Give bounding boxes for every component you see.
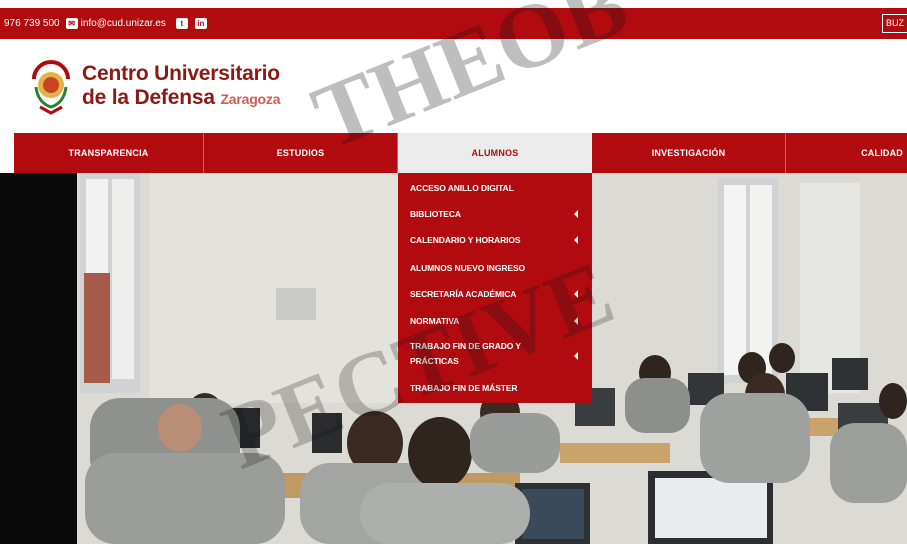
email-address: info@cud.unizar.es — [80, 18, 166, 29]
chevron-left-icon — [574, 317, 578, 325]
chevron-left-icon — [574, 290, 578, 298]
brand-city: Zaragoza — [220, 91, 281, 107]
nav-item-calidad[interactable]: CALIDAD — [786, 133, 907, 173]
menu-item-label: CALENDARIO Y HORARIOS — [410, 235, 521, 245]
brand-name-defensa: de la Defensa — [82, 86, 215, 109]
alumnos-dropdown-menu: ACCESO ANILLO DIGITAL BIBLIOTECA CALENDA… — [398, 173, 592, 403]
nav-item-transparencia[interactable]: TRANSPARENCIA — [14, 133, 204, 173]
chevron-left-icon — [574, 236, 578, 244]
chevron-left-icon — [574, 210, 578, 218]
phone-number: 976 739 500 — [4, 18, 60, 29]
brand-name-line1: Centro Universitario — [82, 62, 280, 85]
menu-item-secretaria-academica[interactable]: SECRETARÍA ACADÉMICA — [398, 284, 592, 304]
menu-item-trabajo-fin-de-grado[interactable]: TRABAJO FIN DE GRADO Y PRÁCTICAS — [398, 339, 592, 373]
menu-item-calendario-y-horarios[interactable]: CALENDARIO Y HORARIOS — [398, 230, 592, 250]
nav-item-alumnos[interactable]: ALUMNOS — [398, 133, 592, 173]
nav-item-estudios[interactable]: ESTUDIOS — [204, 133, 398, 173]
menu-item-label: NORMATIVA — [410, 316, 460, 326]
menu-item-normativa[interactable]: NORMATIVA — [398, 311, 592, 331]
menu-item-trabajo-fin-de-master[interactable]: TRABAJO FIN DE MÁSTER — [398, 378, 592, 398]
menu-item-label: BIBLIOTECA — [410, 209, 461, 219]
menu-item-label: ACCESO ANILLO DIGITAL — [410, 183, 514, 193]
phone-link[interactable]: 976 739 500 — [4, 18, 60, 29]
menu-item-biblioteca[interactable]: BIBLIOTECA — [398, 204, 592, 224]
menu-item-label: SECRETARÍA ACADÉMICA — [410, 289, 517, 299]
menu-item-label: TRABAJO FIN DE MÁSTER — [410, 383, 518, 393]
menu-item-alumnos-nuevo-ingreso[interactable]: ALUMNOS NUEVO INGRESO — [398, 258, 592, 278]
menu-item-acceso-anillo-digital[interactable]: ACCESO ANILLO DIGITAL — [398, 178, 592, 198]
envelope-icon: ✉ — [65, 18, 78, 29]
brand-name-line2: de la Defensa Zaragoza — [82, 86, 281, 110]
twitter-icon[interactable]: t — [175, 18, 188, 29]
linkedin-icon[interactable]: in — [194, 18, 207, 29]
main-navigation: TRANSPARENCIA ESTUDIOS ALUMNOS INVESTIGA… — [14, 133, 907, 173]
cud-logo-emblem[interactable] — [30, 57, 72, 115]
email-link[interactable]: ✉ info@cud.unizar.es — [65, 18, 166, 29]
chevron-left-icon — [574, 352, 578, 360]
buzon-button[interactable]: BUZ — [882, 14, 907, 33]
nav-item-investigacion[interactable]: INVESTIGACIÓN — [592, 133, 786, 173]
menu-item-label: ALUMNOS NUEVO INGRESO — [410, 263, 526, 273]
top-contact-bar: 976 739 500 ✉ info@cud.unizar.es t in BU… — [0, 8, 907, 39]
menu-item-label: TRABAJO FIN DE GRADO Y PRÁCTICAS — [410, 341, 521, 366]
